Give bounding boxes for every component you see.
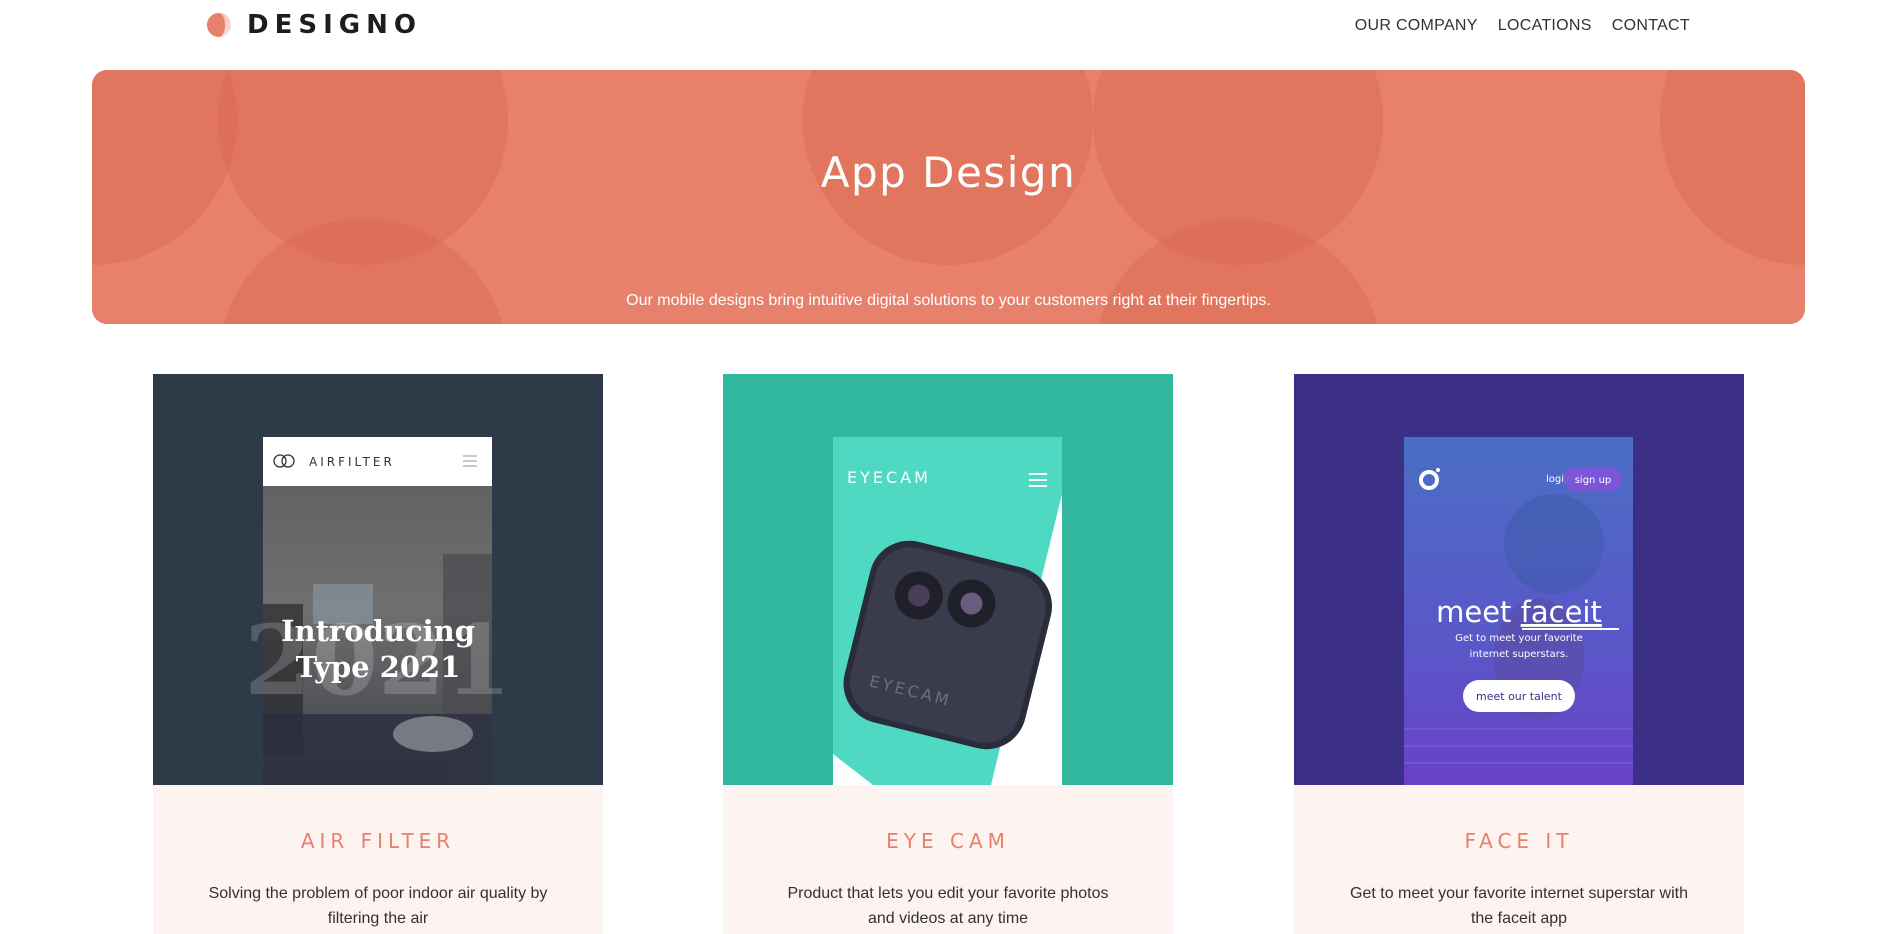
hero-subtitle: Our mobile designs bring intuitive digit… (626, 292, 1271, 309)
logo-text: DESIGNO (247, 10, 422, 40)
hero-banner: App Design Our mobile designs bring intu… (92, 70, 1805, 324)
air-filter-mockup: AIRFILTER 2021 Introducing Type 2021 (244, 437, 512, 785)
card-body: FACE IT Get to meet your favorite intern… (1294, 785, 1744, 934)
project-card-eye-cam[interactable]: EYECAM EYECAM EYE CAM Product that lets … (723, 374, 1173, 934)
mock-sub-1: Get to meet your favorite (1455, 633, 1583, 644)
card-title: EYE CAM (886, 829, 1010, 853)
card-image: login sign up meet faceit Get to meet yo… (1294, 374, 1744, 785)
nav-contact[interactable]: CONTACT (1612, 17, 1690, 35)
logo[interactable]: DESIGNO (207, 10, 422, 40)
mock-headline-2: Type 2021 (296, 650, 461, 684)
project-card-air-filter[interactable]: AIRFILTER 2021 Introducing Type 2021 AIR… (153, 374, 603, 934)
mock-sub-2: internet superstars. (1470, 649, 1569, 660)
mock-signup: sign up (1575, 475, 1612, 486)
nav-locations[interactable]: LOCATIONS (1498, 17, 1592, 35)
card-body: EYE CAM Product that lets you edit your … (723, 785, 1173, 934)
mock-headline-1: Introducing (281, 614, 475, 648)
face-it-mockup: login sign up meet faceit Get to meet yo… (1404, 437, 1633, 785)
card-image: AIRFILTER 2021 Introducing Type 2021 (153, 374, 603, 785)
card-title: AIR FILTER (300, 829, 456, 853)
card-description: Product that lets you edit your favorite… (787, 885, 1109, 927)
card-description: Solving the problem of poor indoor air q… (208, 885, 548, 927)
mock-headline: meet faceit (1436, 595, 1602, 629)
logo-icon (207, 13, 231, 37)
hero-title: App Design (820, 148, 1077, 197)
hero-circles-pattern (92, 70, 1805, 324)
mock-brand: EYECAM (847, 468, 931, 487)
site-header: DESIGNO OUR COMPANY LOCATIONS CONTACT (0, 0, 1895, 54)
mock-cta-label: meet our talent (1476, 690, 1563, 703)
mock-brand: AIRFILTER (309, 455, 395, 469)
card-title: FACE IT (1464, 829, 1574, 853)
project-card-face-it[interactable]: login sign up meet faceit Get to meet yo… (1294, 374, 1744, 934)
eye-cam-mockup: EYECAM EYECAM (833, 437, 1062, 785)
main-nav: OUR COMPANY LOCATIONS CONTACT (1355, 17, 1690, 35)
nav-our-company[interactable]: OUR COMPANY (1355, 17, 1478, 35)
card-image: EYECAM EYECAM (723, 374, 1173, 785)
card-body: AIR FILTER Solving the problem of poor i… (153, 785, 603, 934)
card-description: Get to meet your favorite internet super… (1350, 885, 1688, 927)
